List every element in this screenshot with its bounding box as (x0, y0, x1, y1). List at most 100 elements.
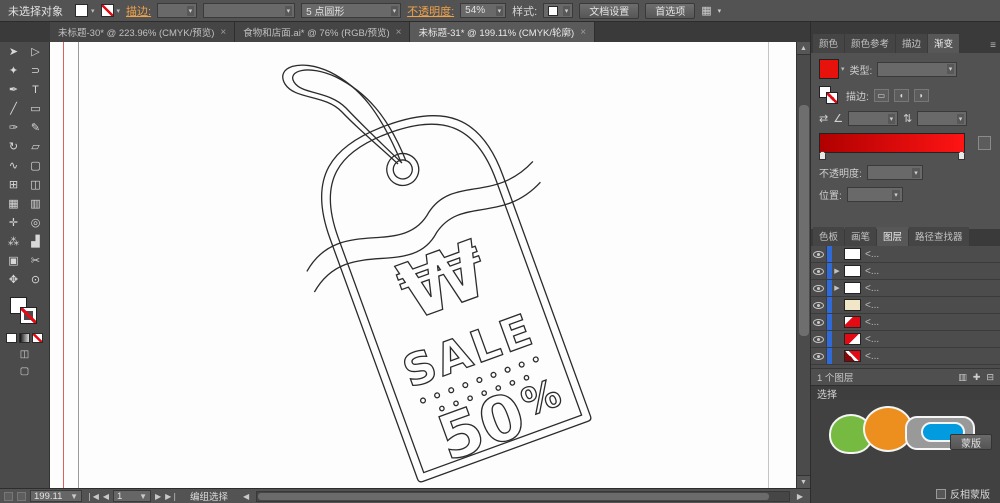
width-tool[interactable]: ∿ (3, 156, 25, 175)
status-icon-1[interactable] (4, 491, 13, 501)
symbol-sprayer-tool[interactable]: ⁂ (3, 232, 25, 251)
tab-color[interactable]: 颜色 (813, 34, 845, 53)
rectangle-tool[interactable]: ▭ (25, 99, 47, 118)
make-mask-icon[interactable]: ▥ (958, 372, 967, 383)
blend-tool[interactable]: ◎ (25, 213, 47, 232)
variable-width-select[interactable]: ▾ (203, 3, 296, 18)
expand-icon[interactable]: ▶ (832, 284, 842, 292)
layer-row-1[interactable]: <... (811, 246, 1000, 263)
first-artboard-icon[interactable]: ❘◀ (86, 492, 99, 501)
close-icon[interactable]: × (580, 27, 586, 38)
new-layer-icon[interactable]: ✚ (973, 372, 981, 383)
scroll-right-icon[interactable]: ▶ (794, 492, 806, 501)
perspective-grid-tool[interactable]: ◫ (25, 175, 47, 194)
tab-layers[interactable]: 图层 (877, 227, 909, 246)
tab-gradient[interactable]: 渐变 (928, 34, 960, 53)
gradient-tool[interactable]: ▥ (25, 194, 47, 213)
eyedropper-tool[interactable]: ✛ (3, 213, 25, 232)
slice-tool[interactable]: ✂ (25, 251, 47, 270)
delete-stop-icon[interactable] (978, 136, 991, 150)
stroke-link[interactable]: 描边: (126, 3, 151, 19)
direct-selection-tool[interactable]: ▷ (25, 42, 47, 61)
mesh-tool[interactable]: ▦ (3, 194, 25, 213)
gradient-bar[interactable] (819, 133, 965, 153)
gradient-swatch[interactable] (819, 59, 839, 79)
delete-layer-icon[interactable]: ⊟ (986, 372, 994, 383)
lasso-tool[interactable]: ⊃ (25, 61, 47, 80)
document-tab-2[interactable]: 食物和店面.ai* @ 76% (RGB/预览) × (235, 22, 411, 42)
magic-wand-tool[interactable]: ✦ (3, 61, 25, 80)
invert-mask-checkbox[interactable] (936, 488, 946, 499)
stroke-swatch[interactable] (100, 4, 114, 17)
document-setup-button[interactable]: 文档设置 (579, 2, 640, 19)
visibility-cell[interactable] (811, 314, 827, 330)
gradient-aspect-select[interactable]: ▾ (917, 111, 968, 126)
artboard-tool[interactable]: ▣ (3, 251, 25, 270)
selection-tool[interactable]: ➤ (3, 42, 25, 61)
tab-pathfinder[interactable]: 路径查找器 (909, 227, 969, 246)
gradient-stop-slider[interactable] (819, 151, 965, 161)
scroll-left-icon[interactable]: ◀ (240, 492, 252, 501)
color-mode-icon[interactable] (6, 333, 17, 343)
hand-tool[interactable]: ✥ (3, 270, 25, 289)
expand-icon[interactable]: ▶ (832, 267, 842, 275)
horizontal-scroll-track[interactable] (256, 490, 790, 502)
visibility-cell[interactable] (811, 280, 827, 296)
artboard-canvas[interactable]: ₩ SALE 50 % (50, 42, 796, 488)
line-segment-tool[interactable]: ╱ (3, 99, 25, 118)
layer-row-6[interactable]: <... (811, 331, 1000, 348)
scroll-up-icon[interactable]: ▲ (796, 42, 811, 55)
gradient-location-select[interactable]: ▾ (846, 187, 903, 202)
pencil-tool[interactable]: ✎ (25, 118, 47, 137)
fill-dropdown-icon[interactable]: ▾ (91, 7, 95, 15)
artboard-select[interactable]: 1 ▼ (113, 490, 152, 502)
stroke-dropdown-icon[interactable]: ▾ (117, 7, 121, 15)
next-artboard-icon[interactable]: ▶ (155, 492, 161, 501)
fill-swatch[interactable] (75, 4, 88, 17)
document-tab-1[interactable]: 未标题-30* @ 223.96% (CMYK/预览) × (50, 22, 236, 42)
opacity-select[interactable]: 54% ▾ (460, 3, 507, 18)
zoom-tool[interactable]: ⊙ (25, 270, 47, 289)
gradient-angle-select[interactable]: ▾ (848, 111, 899, 126)
layer-row-4[interactable]: <... (811, 297, 1000, 314)
gradient-mode-icon[interactable] (19, 333, 30, 343)
last-artboard-icon[interactable]: ▶❘ (165, 492, 178, 501)
stroke-along-icon[interactable]: ◖ (893, 88, 909, 102)
status-icon-2[interactable] (17, 491, 26, 501)
stroke-color-box[interactable] (19, 307, 37, 324)
tab-brushes[interactable]: 画笔 (845, 227, 877, 246)
stroke-weight-select[interactable]: ▾ (157, 3, 198, 18)
visibility-cell[interactable] (811, 348, 827, 364)
chevron-down-icon[interactable]: ▾ (841, 65, 845, 73)
gradient-fill-stroke-indicator[interactable] (819, 86, 841, 104)
pen-tool[interactable]: ✒ (3, 80, 25, 99)
column-graph-tool[interactable]: ▟ (25, 232, 47, 251)
close-icon[interactable]: × (220, 27, 226, 38)
style-select[interactable]: ▾ (543, 3, 574, 18)
draw-mode-icon[interactable]: ◫ (20, 349, 29, 360)
mask-button[interactable]: 蒙版 (950, 434, 992, 450)
reverse-gradient-icon[interactable]: ⇄ (819, 112, 828, 125)
layer-row-3[interactable]: ▶ <... (811, 280, 1000, 297)
gradient-type-select[interactable]: ▾ (877, 61, 958, 77)
prev-artboard-icon[interactable]: ◀ (103, 492, 109, 501)
gradient-stop-left[interactable] (819, 151, 826, 160)
paintbrush-tool[interactable]: ✑ (3, 118, 25, 137)
none-mode-icon[interactable] (32, 333, 43, 343)
vertical-scroll-thumb[interactable] (798, 105, 809, 337)
visibility-cell[interactable] (811, 297, 827, 313)
chevron-down-icon[interactable]: ▾ (718, 7, 722, 15)
rotate-tool[interactable]: ↻ (3, 137, 25, 156)
stroke-across-icon[interactable]: ◗ (913, 88, 929, 102)
opacity-link[interactable]: 不透明度: (407, 3, 454, 19)
tab-stroke[interactable]: 描边 (896, 34, 928, 53)
preferences-button[interactable]: 首选项 (645, 2, 696, 19)
tab-swatches[interactable]: 色板 (813, 227, 845, 246)
stroke-within-icon[interactable]: ▭ (873, 88, 889, 102)
horizontal-scroll-thumb[interactable] (258, 492, 769, 500)
vertical-scroll-track[interactable] (797, 55, 811, 475)
gradient-stop-right[interactable] (958, 151, 965, 160)
gradient-opacity-select[interactable]: ▾ (866, 165, 923, 180)
brush-select[interactable]: 5 点圆形 ▾ (301, 3, 402, 18)
document-tab-3-active[interactable]: 未标题-31* @ 199.11% (CMYK/轮廓) × (410, 22, 596, 42)
